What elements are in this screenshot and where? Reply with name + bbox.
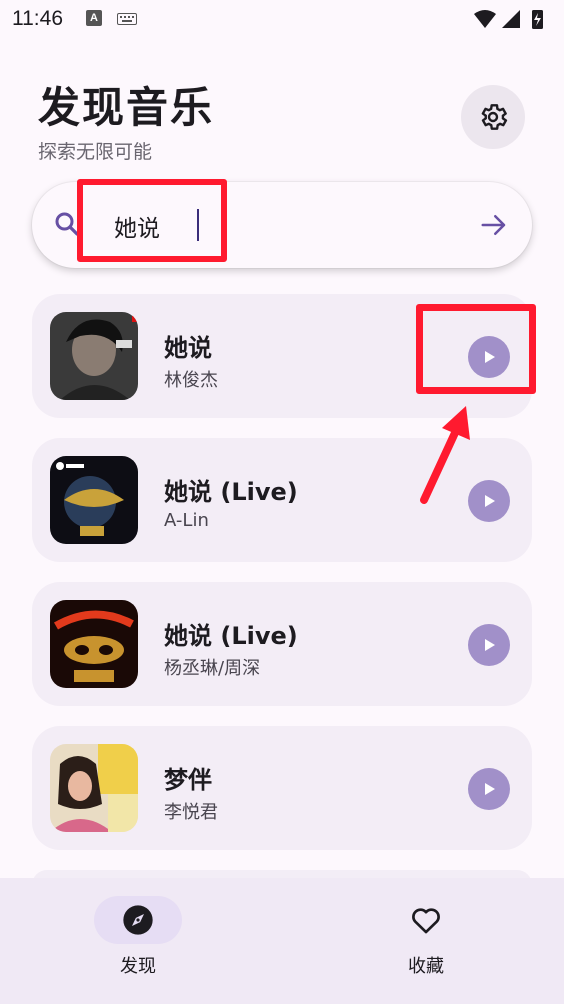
nav-item-favorites[interactable]: 收藏: [366, 896, 486, 978]
nav-label: 收藏: [408, 956, 444, 977]
song-title: 梦伴: [164, 766, 212, 794]
signal-icon: [502, 10, 520, 28]
search-submit-button[interactable]: [476, 207, 512, 243]
play-button[interactable]: [468, 768, 510, 810]
annotation-box-search: [77, 179, 227, 262]
status-bar: 11:46 A: [0, 0, 564, 38]
album-cover: [50, 312, 138, 400]
song-title: 她说: [164, 334, 212, 362]
settings-button[interactable]: [461, 85, 525, 149]
album-cover: [50, 456, 138, 544]
bottom-navigation: 发现 收藏: [0, 878, 564, 1004]
gear-icon: [481, 104, 508, 130]
album-cover: [50, 600, 138, 688]
compass-icon: [123, 905, 153, 935]
play-icon: [485, 639, 495, 651]
nav-label: 发现: [120, 956, 156, 977]
song-artist: 李悦君: [164, 802, 218, 823]
status-icons: [474, 10, 543, 29]
song-card[interactable]: 她说 (Live) 杨丞琳/周深: [32, 582, 532, 706]
play-button[interactable]: [468, 624, 510, 666]
heart-icon: [412, 908, 440, 934]
song-artist: 杨丞琳/周深: [164, 658, 261, 679]
play-icon: [485, 783, 495, 795]
song-card[interactable]: 梦伴 李悦君: [32, 726, 532, 850]
song-artist: 林俊杰: [164, 370, 218, 391]
nav-item-discover[interactable]: 发现: [78, 896, 198, 978]
arrow-right-icon: [481, 215, 506, 235]
album-cover: [50, 744, 138, 832]
song-artist: A-Lin: [164, 510, 209, 531]
keyboard-icon: [117, 13, 137, 25]
annotation-box-play: [416, 304, 536, 394]
play-icon: [485, 495, 495, 507]
wifi-icon: [474, 10, 496, 28]
status-time: 11:46: [12, 7, 63, 30]
nav-icon-wrap: [382, 896, 470, 944]
song-title: 她说 (Live): [164, 622, 298, 650]
page-title: 发现音乐: [38, 83, 215, 132]
input-method-icon: A: [86, 10, 102, 26]
annotation-arrow: [420, 406, 470, 504]
page-subtitle: 探索无限可能: [38, 141, 153, 163]
nav-active-indicator: [94, 896, 182, 944]
song-title: 她说 (Live): [164, 478, 298, 506]
